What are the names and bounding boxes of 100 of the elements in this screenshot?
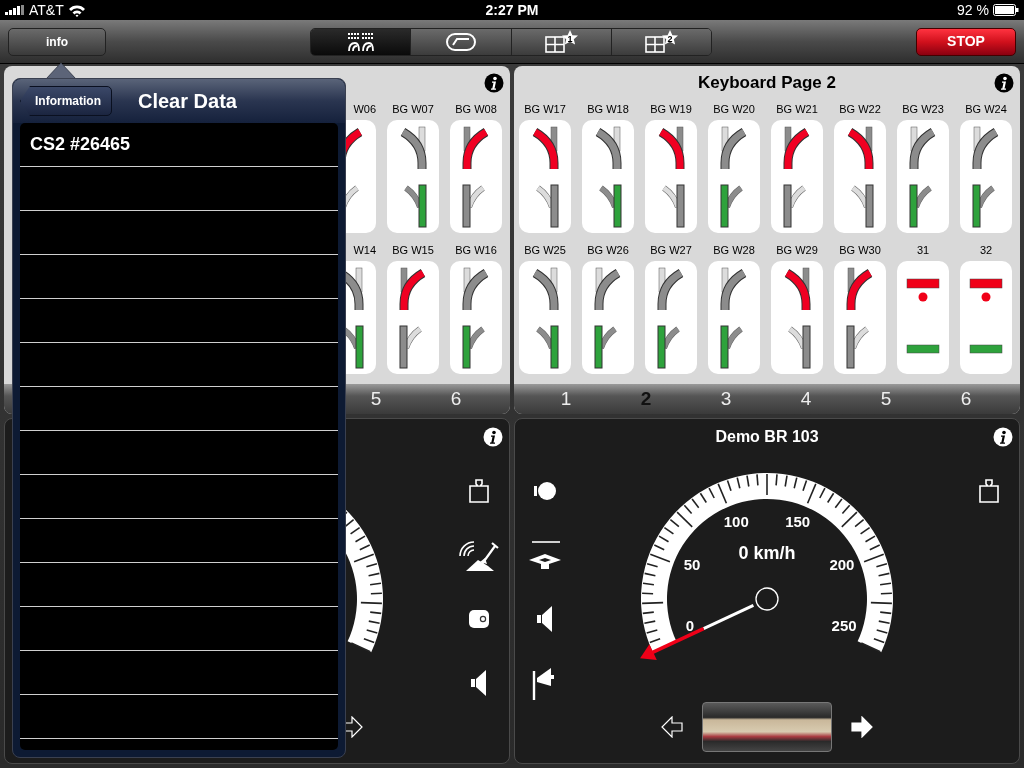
key-label: BG W08 [455, 101, 497, 117]
turnout-icon [782, 125, 812, 228]
info-icon[interactable] [483, 427, 503, 447]
layout-number: 1 [567, 33, 573, 43]
battery-icon [993, 4, 1019, 16]
signal-key[interactable] [897, 261, 949, 374]
turnout-icon [398, 125, 428, 228]
page-tab[interactable]: 6 [926, 384, 1006, 414]
key-label: BG W21 [776, 101, 818, 117]
turnout-key[interactable] [771, 261, 823, 374]
turnout-icon [593, 125, 623, 228]
locomotive-name: Demo BR 103 [715, 427, 819, 447]
turnout-key[interactable] [708, 120, 760, 233]
turnout-key[interactable] [450, 261, 502, 374]
page-tab[interactable]: 6 [416, 384, 496, 414]
page-tab[interactable]: 5 [336, 384, 416, 414]
view-segment[interactable] [311, 28, 411, 55]
stop-button[interactable]: STOP [916, 27, 1016, 56]
turnout-key[interactable] [519, 120, 571, 233]
key-label: BG W18 [587, 101, 629, 117]
turnout-key[interactable] [960, 120, 1012, 233]
page-tab[interactable]: 4 [766, 384, 846, 414]
toggle-switch-icon[interactable] [468, 609, 490, 629]
turnout-key[interactable] [771, 120, 823, 233]
key-label: BG W27 [650, 242, 692, 258]
speed-scale-label: 0 [685, 616, 695, 634]
turnout-icon [530, 266, 560, 369]
line-diamond-icon[interactable] [528, 540, 562, 570]
layout-number: 2 [667, 33, 673, 43]
signal-key[interactable] [960, 261, 1012, 374]
info-icon[interactable] [994, 73, 1014, 93]
turnout-key[interactable] [450, 120, 502, 233]
turnout-icon [530, 125, 560, 228]
info-button[interactable]: info [8, 27, 106, 56]
view-segment[interactable]: 2 [610, 28, 711, 55]
clock-time: 2:27 PM [485, 0, 539, 20]
page-tab[interactable]: 5 [846, 384, 926, 414]
weight-icon[interactable] [978, 478, 1000, 504]
key-label: BG W29 [776, 242, 818, 258]
right-arrow-icon[interactable] [851, 716, 873, 738]
info-icon[interactable] [484, 73, 504, 93]
info-icon[interactable] [993, 427, 1013, 447]
page-tab[interactable]: 3 [686, 384, 766, 414]
key-label: BG W22 [839, 101, 881, 117]
key-label: 32 [979, 242, 993, 258]
weight-icon[interactable] [468, 478, 490, 504]
turnout-key[interactable] [582, 120, 634, 233]
speaker-icon[interactable] [536, 605, 554, 633]
key-label: BG W17 [524, 101, 566, 117]
turnout-key[interactable] [387, 120, 439, 233]
turnout-icon [845, 125, 875, 228]
turnout-icon [656, 125, 686, 228]
turnout-key[interactable] [582, 261, 634, 374]
key-label: BG W24 [965, 101, 1007, 117]
page-tab[interactable]: 1 [526, 384, 606, 414]
back-button[interactable]: Information [20, 86, 112, 116]
turnout-key[interactable] [897, 120, 949, 233]
turnout-key[interactable] [645, 120, 697, 233]
turnout-key[interactable] [387, 261, 439, 374]
speaker-icon[interactable] [470, 669, 488, 697]
turnout-icon [461, 125, 491, 228]
turnout-icon [719, 266, 749, 369]
turnout-key[interactable] [834, 261, 886, 374]
key-label: BG W07 [392, 101, 434, 117]
speed-scale-label: 250 [831, 616, 857, 634]
list-item[interactable]: CS2 #26465 [20, 123, 338, 166]
controller-icon [444, 30, 477, 53]
speed-needle[interactable] [640, 587, 779, 661]
popover-title: Clear Data [138, 89, 237, 114]
keyboard-icon [345, 30, 376, 53]
key-label: BG W19 [650, 101, 692, 117]
left-arrow-icon[interactable] [661, 716, 683, 738]
shovel-mound-icon[interactable] [458, 538, 500, 572]
view-segment[interactable] [410, 28, 511, 55]
turnout-key[interactable] [519, 261, 571, 374]
speed-scale-label: 200 [829, 555, 855, 573]
speed-scale-label: 50 [683, 555, 701, 573]
keyboard-title: Keyboard Page 2 [698, 72, 836, 95]
turnout-icon [971, 125, 1001, 228]
view-segment[interactable]: 1 [510, 28, 611, 55]
key-label: BG W23 [902, 101, 944, 117]
key-label: BG W28 [713, 242, 755, 258]
turnout-icon [593, 266, 623, 369]
carrier-name: AT&T [29, 0, 64, 20]
key-label: 31 [916, 242, 930, 258]
turnout-key[interactable] [708, 261, 760, 374]
speed-scale-label: 150 [785, 512, 811, 530]
key-label: W06 [353, 101, 376, 117]
turnout-icon [908, 125, 938, 228]
turnout-icon [345, 266, 365, 369]
key-label: BG W20 [713, 101, 755, 117]
turnout-icon [461, 266, 491, 369]
speed-readout: 0 km/h [738, 542, 796, 563]
turnout-icon [398, 266, 428, 369]
turnout-icon [782, 266, 812, 369]
turnout-key[interactable] [834, 120, 886, 233]
turnout-key[interactable] [645, 261, 697, 374]
headlight-icon[interactable] [533, 480, 557, 502]
signal-icon [5, 5, 25, 15]
photo-placeholder[interactable] [702, 702, 832, 752]
